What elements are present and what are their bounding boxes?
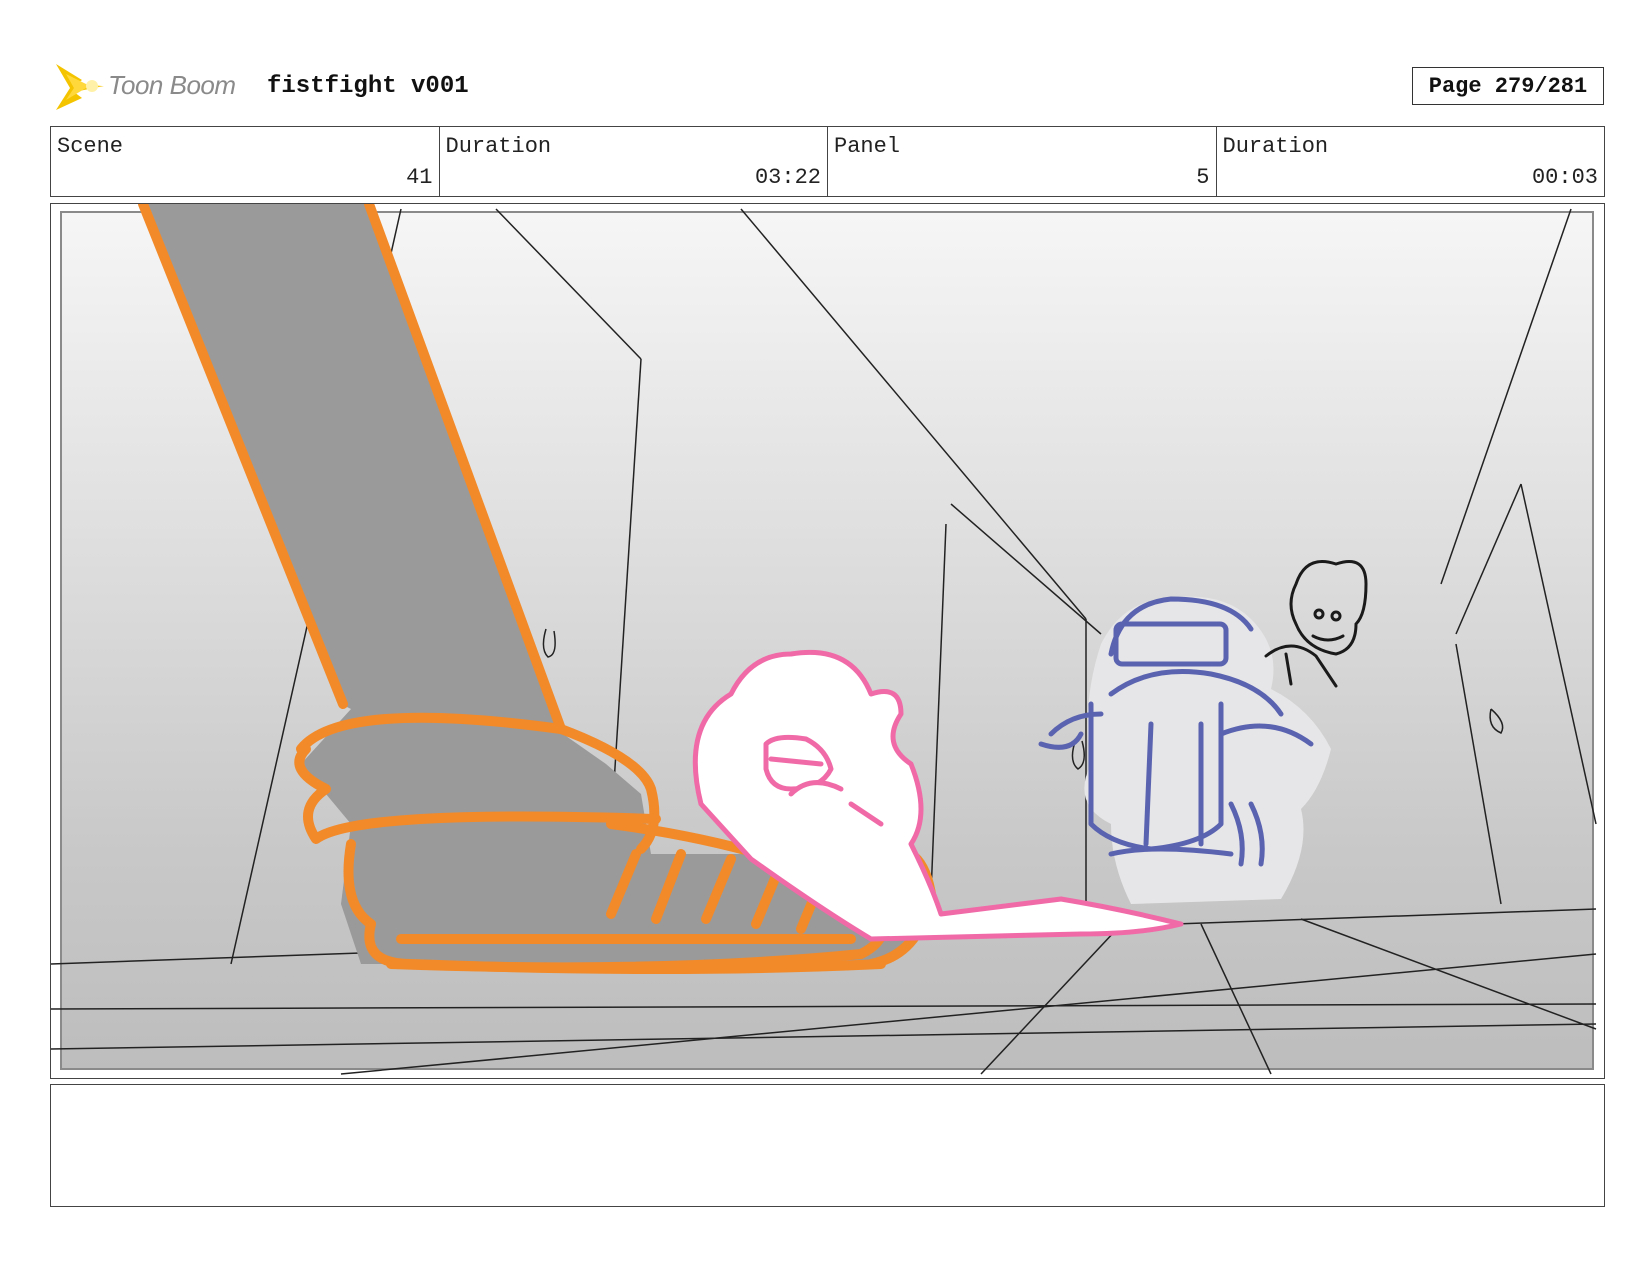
panel-duration-cell: Duration 00:03 (1217, 127, 1605, 196)
panel-value: 5 (1196, 165, 1210, 190)
panel-sketch-image (51, 204, 1597, 1075)
storyboard-panel (50, 203, 1605, 1079)
panel-duration-label: Duration (1222, 134, 1329, 159)
panel-cell: Panel 5 (828, 127, 1217, 196)
toon-boom-logo: Toon Boom (52, 58, 252, 114)
scene-cell: Scene 41 (51, 127, 440, 196)
scene-duration-cell: Duration 03:22 (440, 127, 828, 196)
panel-duration-value: 00:03 (1531, 165, 1598, 190)
scene-duration-label: Duration (445, 134, 552, 159)
project-title: fistfight v001 (267, 73, 469, 100)
scene-value: 41 (406, 165, 433, 190)
page-indicator: Page 279/281 (1412, 67, 1604, 105)
scene-info-table: Scene 41 Duration 03:22 Panel 5 Duration… (50, 126, 1605, 197)
scene-label: Scene (57, 134, 124, 159)
scene-duration-value: 03:22 (754, 165, 821, 190)
logo-text: Toon Boom (108, 70, 236, 100)
panel-label: Panel (834, 134, 901, 159)
notes-box (50, 1084, 1605, 1207)
logo-burst-icon (56, 64, 104, 110)
